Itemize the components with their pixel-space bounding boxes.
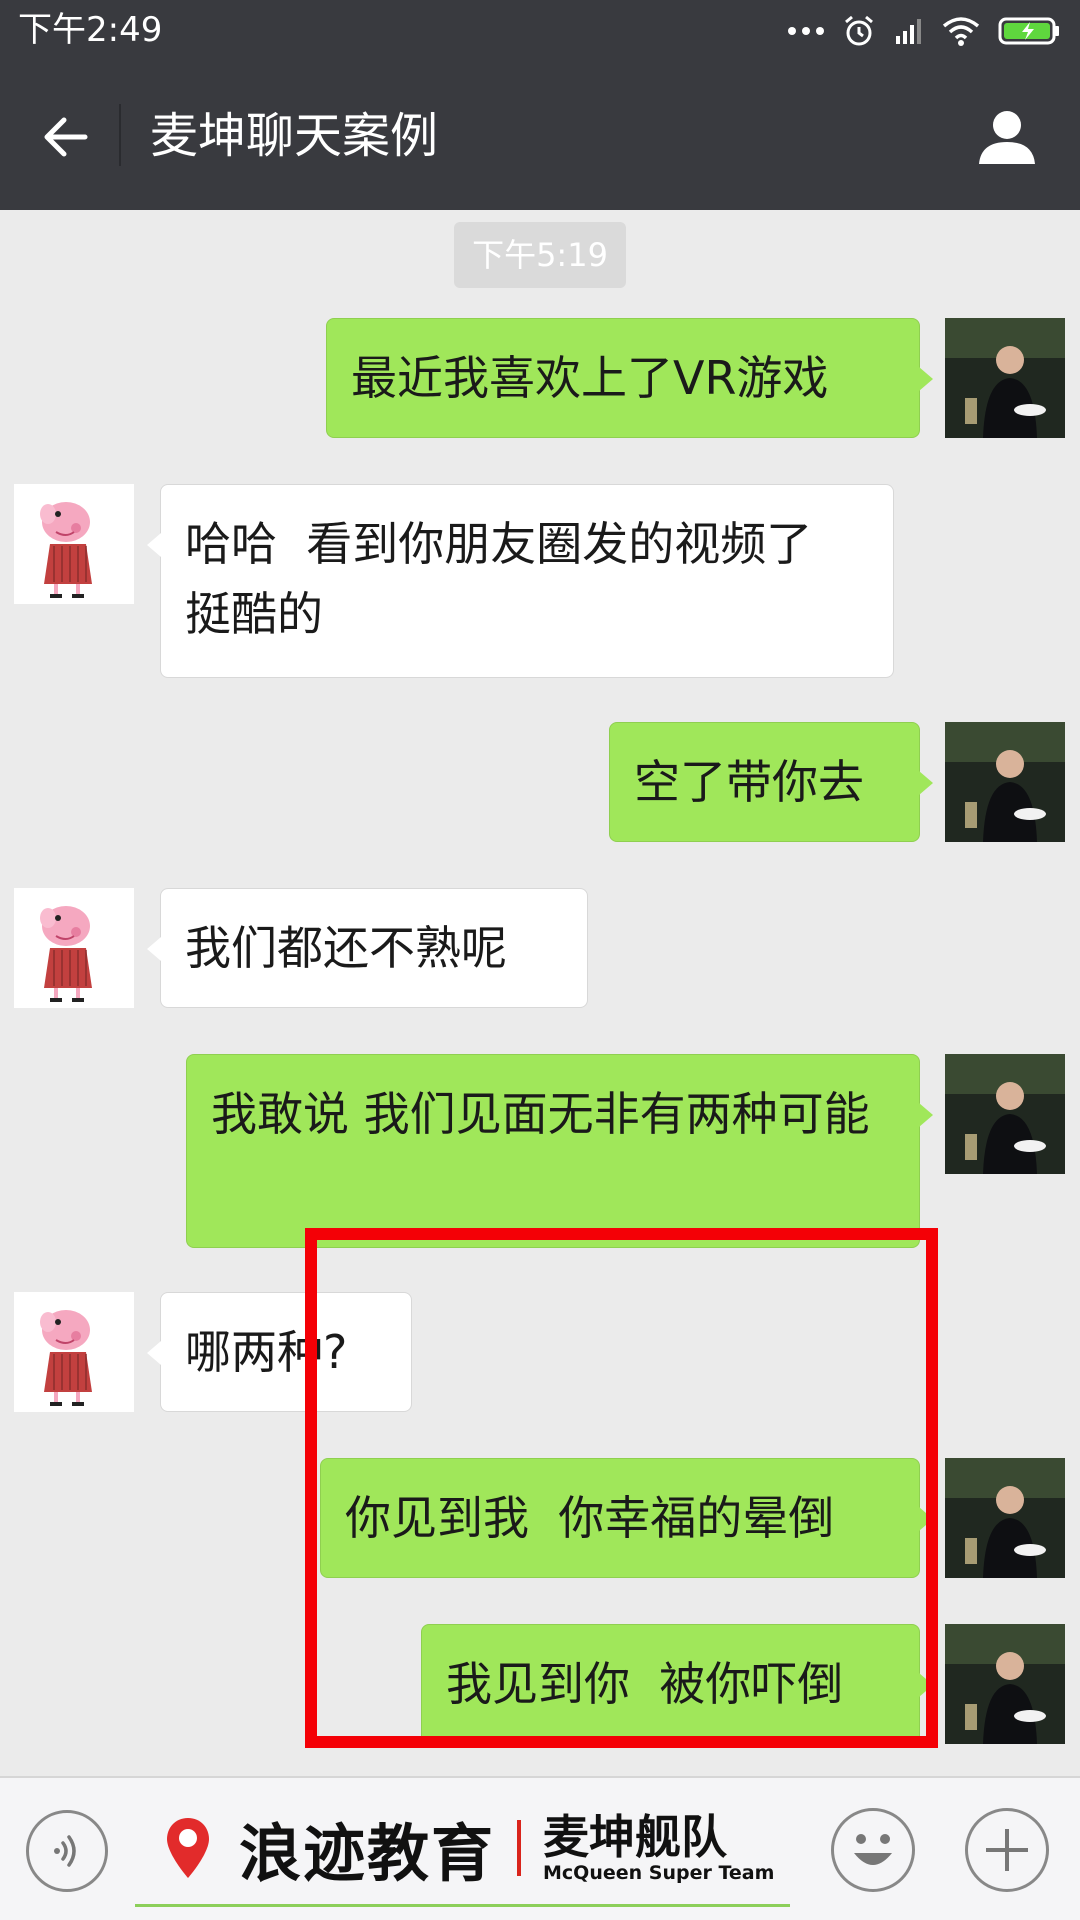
smiley-face-icon bbox=[854, 1834, 892, 1865]
contact-avatar[interactable] bbox=[14, 888, 134, 1008]
back-arrow-icon bbox=[44, 117, 88, 157]
plus-icon bbox=[986, 1829, 1028, 1871]
emoji-button[interactable] bbox=[831, 1808, 915, 1892]
status-bar: 下午2:49 bbox=[0, 0, 1080, 62]
message-bubble-sent[interactable]: 你见到我 你幸福的晕倒 bbox=[320, 1458, 933, 1578]
message-timestamp: 下午5:19 bbox=[454, 222, 626, 288]
my-avatar[interactable] bbox=[945, 1624, 1065, 1744]
team-name-cn: 麦坤舰队 bbox=[543, 1810, 728, 1864]
location-pin-logo-icon bbox=[167, 1818, 209, 1878]
battery-charging-icon bbox=[998, 17, 1059, 45]
message-bubble-sent[interactable]: 最近我喜欢上了VR游戏 bbox=[326, 318, 933, 438]
user-photo-icon bbox=[945, 1624, 1065, 1744]
my-avatar[interactable] bbox=[945, 318, 1065, 438]
signal-icon bbox=[896, 19, 921, 44]
chat-info-button[interactable] bbox=[972, 102, 1042, 172]
message-input-underline[interactable] bbox=[135, 1904, 790, 1907]
message-bubble-received[interactable]: 哈哈 看到你朋友圈发的视频了挺酷的 bbox=[147, 484, 894, 678]
user-photo-icon bbox=[945, 318, 1065, 438]
status-time: 下午2:49 bbox=[18, 10, 163, 50]
team-name-en: McQueen Super Team bbox=[543, 1862, 775, 1884]
message-text: 空了带你去 bbox=[634, 755, 864, 809]
my-avatar[interactable] bbox=[945, 722, 1065, 842]
peppa-pig-avatar-icon bbox=[14, 888, 134, 1008]
peppa-pig-avatar-icon bbox=[14, 1292, 134, 1412]
user-photo-icon bbox=[945, 722, 1065, 842]
message-text: 哈哈 看到你朋友圈发的视频了挺酷的 bbox=[185, 517, 813, 641]
input-bar: 浪迹教育 麦坤舰队 McQueen Super Team bbox=[0, 1776, 1080, 1920]
message-bubble-sent[interactable]: 空了带你去 bbox=[609, 722, 933, 842]
message-text: 哪两种? bbox=[185, 1325, 348, 1379]
my-avatar[interactable] bbox=[945, 1458, 1065, 1578]
peppa-pig-avatar-icon bbox=[14, 484, 134, 604]
user-photo-icon bbox=[945, 1054, 1065, 1174]
brand-name: 浪迹教育 bbox=[239, 1817, 496, 1890]
chat-title: 麦坤聊天案例 bbox=[150, 108, 439, 164]
contact-avatar[interactable] bbox=[14, 484, 134, 604]
status-icons bbox=[788, 12, 1062, 50]
voice-input-button[interactable] bbox=[26, 1810, 108, 1892]
message-text: 你见到我 你幸福的晕倒 bbox=[345, 1491, 835, 1545]
brand-watermark: 浪迹教育 麦坤舰队 McQueen Super Team bbox=[165, 1798, 774, 1898]
message-bubble-received[interactable]: 我们都还不熟呢 bbox=[147, 888, 588, 1008]
message-text: 最近我喜欢上了VR游戏 bbox=[351, 351, 829, 405]
contact-avatar[interactable] bbox=[14, 1292, 134, 1412]
message-text: 我见到你 被你吓倒 bbox=[446, 1657, 844, 1711]
message-bubble-sent[interactable]: 我敢说 我们见面无非有两种可能 bbox=[186, 1054, 933, 1248]
my-avatar[interactable] bbox=[945, 1054, 1065, 1174]
user-photo-icon bbox=[945, 1458, 1065, 1578]
message-text: 我敢说 我们见面无非有两种可能 bbox=[211, 1087, 870, 1141]
back-button[interactable] bbox=[30, 102, 100, 172]
more-options-button[interactable] bbox=[965, 1808, 1049, 1892]
brand-team: 麦坤舰队 McQueen Super Team bbox=[543, 1812, 774, 1884]
message-bubble-received[interactable]: 哪两种? bbox=[147, 1292, 412, 1412]
header-divider bbox=[119, 104, 121, 166]
more-notifications-icon bbox=[788, 27, 824, 35]
brand-separator bbox=[517, 1820, 522, 1876]
message-text: 我们都还不熟呢 bbox=[185, 921, 507, 975]
chat-area[interactable]: 下午5:19 最近我喜欢上了VR游戏 哈哈 看到你朋友圈发的视频了挺酷的 空了带… bbox=[0, 210, 1080, 1776]
voice-icon bbox=[54, 1835, 76, 1867]
wifi-icon bbox=[942, 17, 980, 46]
person-icon bbox=[979, 111, 1035, 164]
chat-header: 麦坤聊天案例 bbox=[0, 62, 1080, 210]
alarm-icon bbox=[845, 15, 873, 46]
message-bubble-sent[interactable]: 我见到你 被你吓倒 bbox=[421, 1624, 933, 1744]
